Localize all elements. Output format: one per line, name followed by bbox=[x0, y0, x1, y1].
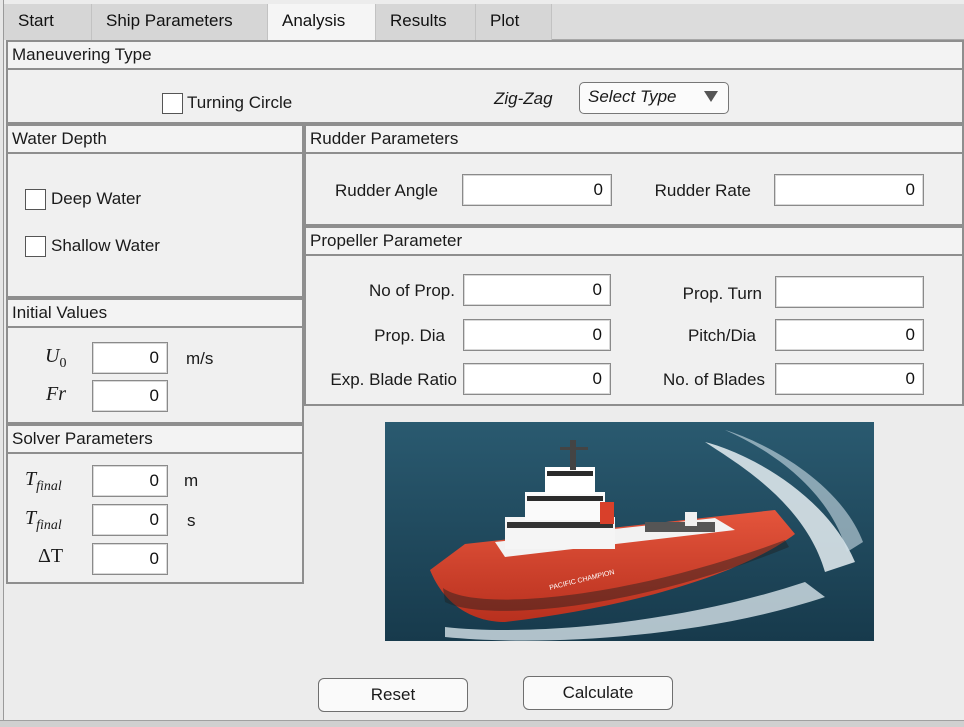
window-left-edge bbox=[0, 0, 4, 727]
no-of-blades-label: No. of Blades bbox=[662, 370, 765, 389]
t-final-unit-2: s bbox=[187, 511, 196, 530]
exp-blade-ratio-input[interactable]: 0 bbox=[463, 363, 611, 395]
rudder-angle-input[interactable]: 0 bbox=[462, 174, 612, 206]
initial-values-title: Initial Values bbox=[8, 300, 302, 328]
fr-input[interactable]: 0 bbox=[92, 380, 168, 412]
t-final-unit-1: m bbox=[184, 471, 199, 490]
pitch-dia-label: Pitch/Dia bbox=[687, 326, 756, 345]
solver-parameters-title: Solver Parameters bbox=[8, 426, 302, 454]
reset-button[interactable]: Reset bbox=[318, 678, 468, 712]
rudder-rate-label: Rudder Rate bbox=[654, 181, 751, 200]
water-depth-panel: Water Depth bbox=[6, 124, 304, 298]
rudder-angle-label: Rudder Angle bbox=[334, 181, 438, 200]
t-final-symbol-2: Tfinal bbox=[25, 507, 62, 533]
maneuvering-type-panel: Maneuvering Type bbox=[6, 40, 964, 124]
no-of-prop-label: No of Prop. bbox=[369, 281, 455, 300]
tab-ship-parameters[interactable]: Ship Parameters bbox=[92, 4, 268, 40]
tab-start[interactable]: Start bbox=[4, 4, 92, 40]
prop-dia-label: Prop. Dia bbox=[374, 326, 445, 345]
t-final-symbol-1: Tfinal bbox=[25, 468, 62, 494]
pitch-dia-input[interactable]: 0 bbox=[775, 319, 924, 351]
tab-analysis[interactable]: Analysis bbox=[268, 4, 376, 41]
exp-blade-ratio-label: Exp. Blade Ratio bbox=[330, 370, 457, 389]
t-final-input-1[interactable]: 0 bbox=[92, 465, 168, 497]
rudder-parameters-title: Rudder Parameters bbox=[306, 126, 962, 154]
shallow-water-label: Shallow Water bbox=[51, 236, 160, 255]
prop-turn-label: Prop. Turn bbox=[682, 284, 762, 303]
tab-bar: Start Ship Parameters Analysis Results P… bbox=[4, 4, 964, 41]
chevron-down-icon bbox=[704, 91, 718, 102]
delta-t-input[interactable]: 0 bbox=[92, 543, 168, 575]
fr-symbol: Fr bbox=[46, 383, 66, 405]
turning-circle-label: Turning Circle bbox=[187, 93, 293, 112]
window-bottom-edge bbox=[0, 720, 964, 727]
rudder-rate-input[interactable]: 0 bbox=[774, 174, 924, 206]
zigzag-label: Zig-Zag bbox=[494, 89, 553, 108]
u0-input[interactable]: 0 bbox=[92, 342, 168, 374]
deep-water-checkbox[interactable] bbox=[25, 189, 46, 210]
u0-symbol: U0 bbox=[45, 345, 67, 371]
delta-t-symbol: ΔT bbox=[38, 545, 64, 567]
deep-water-label: Deep Water bbox=[51, 189, 142, 208]
tab-results[interactable]: Results bbox=[376, 4, 476, 40]
water-depth-title: Water Depth bbox=[8, 126, 302, 154]
no-of-prop-input[interactable]: 0 bbox=[463, 274, 611, 306]
ship-image: PACIFIC CHAMPION bbox=[385, 422, 874, 641]
maneuvering-type-title: Maneuvering Type bbox=[8, 42, 962, 70]
calculate-button[interactable]: Calculate bbox=[523, 676, 673, 710]
prop-turn-input[interactable] bbox=[775, 276, 924, 308]
u0-unit: m/s bbox=[186, 349, 214, 368]
turning-circle-checkbox[interactable] bbox=[162, 93, 183, 114]
shallow-water-checkbox[interactable] bbox=[25, 236, 46, 257]
prop-dia-input[interactable]: 0 bbox=[463, 319, 611, 351]
zigzag-type-dropdown[interactable]: Select Type bbox=[579, 82, 729, 114]
t-final-input-2[interactable]: 0 bbox=[92, 504, 168, 536]
propeller-parameter-title: Propeller Parameter bbox=[306, 228, 962, 256]
zigzag-selected-value: Select Type bbox=[588, 87, 677, 106]
no-of-blades-input[interactable]: 0 bbox=[775, 363, 924, 395]
tab-plot[interactable]: Plot bbox=[476, 4, 552, 40]
